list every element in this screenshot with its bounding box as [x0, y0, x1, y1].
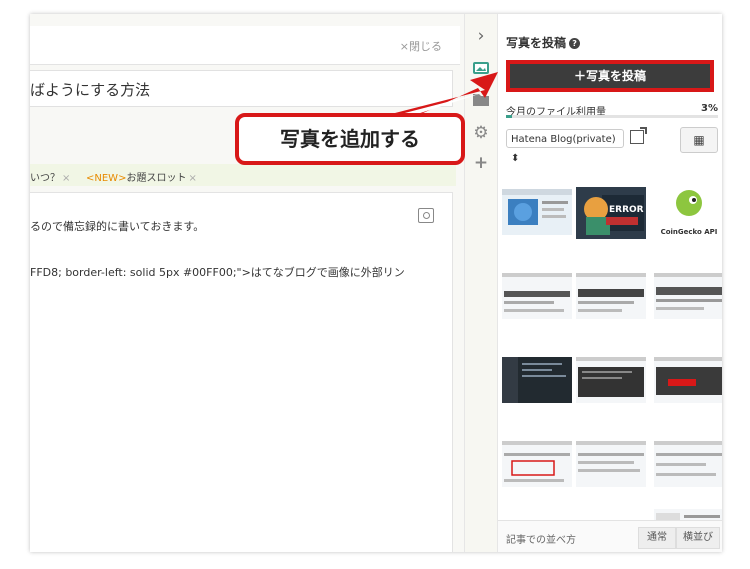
annotation-arrow — [395, 72, 498, 118]
annotation-callout: 写真を追加する — [235, 113, 465, 165]
